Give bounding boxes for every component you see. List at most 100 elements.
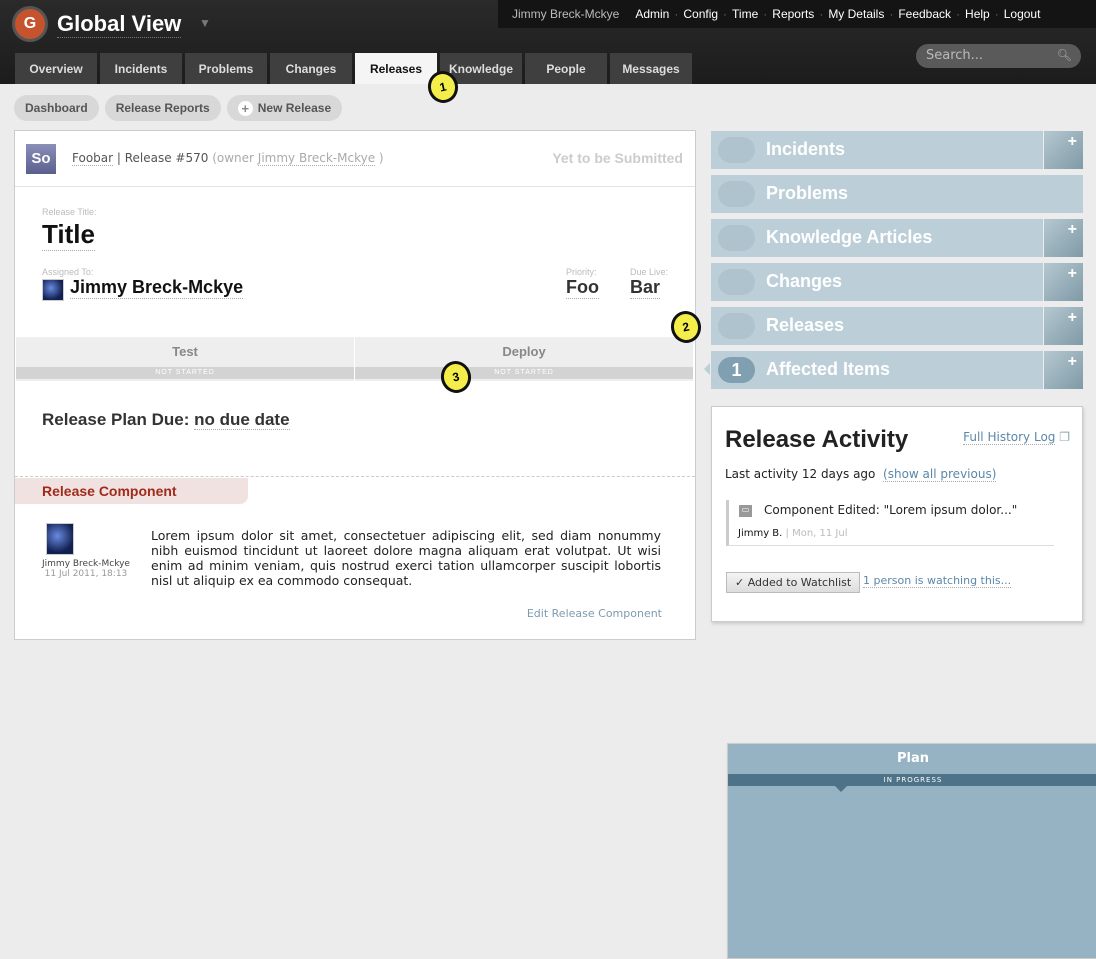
activity-title: Release Activity bbox=[725, 426, 909, 453]
owner-prefix: (owner bbox=[208, 151, 258, 165]
due-live-label: Due Live: bbox=[630, 267, 669, 277]
new-release-label: New Release bbox=[257, 101, 332, 115]
app-logo: G bbox=[12, 6, 48, 42]
stage-status: IN PROGRESS bbox=[728, 774, 1096, 786]
stage-name: Plan bbox=[896, 751, 929, 766]
topbar-link-time[interactable]: Time bbox=[732, 7, 758, 21]
user-bar: Jimmy Breck-Mckye Admin · Config · Time · Repo… bbox=[498, 0, 1096, 28]
stage-status: NOT STARTED bbox=[355, 367, 693, 379]
dashboard-button[interactable]: Dashboard bbox=[14, 95, 99, 121]
pointer-arrow bbox=[704, 363, 710, 375]
add-icon[interactable]: + bbox=[1043, 307, 1083, 345]
main-tabs: Overview Incidents Problems Changes Releases… bbox=[15, 53, 692, 84]
release-number: Release #570 bbox=[124, 151, 209, 165]
priority-value[interactable]: Foo bbox=[566, 277, 599, 299]
tab-incidents[interactable]: Incidents bbox=[100, 53, 182, 84]
topbar-link-feedback[interactable]: Feedback bbox=[898, 7, 951, 21]
relation-incidents[interactable]: Incidents + bbox=[711, 131, 1083, 169]
full-history-label: Full History Log bbox=[963, 430, 1056, 445]
release-stages: Plan IN PROGRESS Test NOT STARTED Deploy NOT … bbox=[16, 337, 1096, 959]
count-badge bbox=[718, 313, 755, 339]
tab-problems[interactable]: Problems bbox=[185, 53, 267, 84]
search-input[interactable]: Search... 🔍︎ bbox=[916, 44, 1081, 68]
chevron-down-icon[interactable]: ▼ bbox=[199, 16, 211, 30]
watchers-link[interactable]: 1 person is watching this... bbox=[863, 574, 1012, 588]
activity-entry: ▭ Component Edited: "Lorem ipsum dolor..… bbox=[726, 500, 1054, 546]
separator: · bbox=[723, 7, 728, 21]
breadcrumb: Foobar | Release #570 (owner Jimmy Breck… bbox=[72, 151, 384, 166]
tab-changes[interactable]: Changes bbox=[270, 53, 352, 84]
topbar-link-my-details[interactable]: My Details bbox=[828, 7, 884, 21]
entry-user: Jimmy B. bbox=[738, 528, 783, 539]
due-live-value[interactable]: Bar bbox=[630, 277, 661, 299]
release-reports-button[interactable]: Release Reports bbox=[104, 95, 221, 121]
project-link[interactable]: Foobar bbox=[72, 151, 114, 166]
relation-label: Incidents bbox=[766, 139, 846, 159]
author-avatar bbox=[46, 523, 74, 555]
stage-test[interactable]: Test NOT STARTED bbox=[16, 337, 355, 381]
divider bbox=[15, 476, 695, 477]
entry-date: | Mon, 11 Jul bbox=[782, 528, 848, 539]
relation-releases[interactable]: Releases + bbox=[711, 307, 1083, 345]
full-history-link[interactable]: Full History Log ❐ bbox=[963, 430, 1070, 445]
separator: · bbox=[819, 7, 824, 21]
relation-knowledge-articles[interactable]: Knowledge Articles + bbox=[711, 219, 1083, 257]
separator: · bbox=[889, 7, 894, 21]
show-all-link[interactable]: (show all previous) bbox=[883, 467, 997, 482]
stage-plan[interactable]: Plan IN PROGRESS bbox=[727, 743, 1096, 959]
topbar-link-admin[interactable]: Admin bbox=[635, 7, 669, 21]
relation-label: Releases bbox=[766, 315, 845, 335]
count-badge: 1 bbox=[718, 357, 755, 383]
plan-due-value[interactable]: no due date bbox=[194, 410, 290, 430]
component-text: Lorem ipsum dolor sit amet, consectetuer… bbox=[151, 528, 661, 588]
relation-affected-items[interactable]: 1 Affected Items + bbox=[711, 351, 1083, 389]
plan-due: Release Plan Due: no due date bbox=[42, 410, 290, 430]
stage-status: NOT STARTED bbox=[16, 367, 354, 379]
search-placeholder: Search... bbox=[926, 48, 984, 63]
count-badge bbox=[718, 225, 755, 251]
topbar-link-config[interactable]: Config bbox=[683, 7, 718, 21]
stage-name: Deploy bbox=[502, 344, 546, 359]
add-icon[interactable]: + bbox=[1043, 263, 1083, 301]
sub-navigation: Dashboard Release Reports + New Release bbox=[14, 95, 343, 121]
release-header: So Foobar | Release #570 (owner Jimmy Br… bbox=[15, 131, 695, 187]
search-icon[interactable]: 🔍︎ bbox=[1057, 48, 1072, 62]
new-release-button[interactable]: + New Release bbox=[226, 95, 343, 121]
owner-link[interactable]: Jimmy Breck-Mckye bbox=[257, 151, 376, 166]
topbar-link-help[interactable]: Help bbox=[965, 7, 990, 21]
author-name: Jimmy Breck-Mckye bbox=[42, 559, 130, 569]
app-title[interactable]: Global View bbox=[57, 11, 182, 38]
title-label: Release Title: bbox=[42, 207, 97, 217]
add-icon[interactable]: + bbox=[1043, 131, 1083, 169]
relation-label: Problems bbox=[766, 183, 849, 203]
add-icon[interactable]: + bbox=[1043, 219, 1083, 257]
release-status: Yet to be Submitted bbox=[552, 150, 683, 166]
release-panel: So Foobar | Release #570 (owner Jimmy Br… bbox=[14, 130, 1096, 959]
priority-label: Priority: bbox=[566, 267, 597, 277]
edit-component-link[interactable]: Edit Release Component bbox=[527, 607, 662, 620]
stage-deploy[interactable]: Deploy NOT STARTED bbox=[355, 337, 694, 381]
release-title[interactable]: Title bbox=[42, 219, 95, 251]
relation-problems[interactable]: Problems bbox=[711, 175, 1083, 213]
component-date: 11 Jul 2011, 18:13 bbox=[44, 569, 128, 579]
topbar-link-logout[interactable]: Logout bbox=[1004, 7, 1041, 21]
tab-overview[interactable]: Overview bbox=[15, 53, 97, 84]
entry-text: Component Edited: "Lorem ipsum dolor..." bbox=[764, 503, 1018, 517]
tab-people[interactable]: People bbox=[525, 53, 607, 84]
count-badge bbox=[718, 137, 755, 163]
assigned-label: Assigned To: bbox=[42, 267, 94, 277]
last-activity-text: Last activity 12 days ago bbox=[725, 467, 876, 481]
add-icon[interactable]: + bbox=[1043, 351, 1083, 389]
assigned-user[interactable]: Jimmy Breck-Mckye bbox=[70, 277, 244, 299]
watchlist-button[interactable]: ✓ Added to Watchlist bbox=[726, 572, 861, 593]
tab-releases[interactable]: Releases bbox=[355, 53, 437, 84]
count-badge bbox=[718, 269, 755, 295]
separator: · bbox=[674, 7, 679, 21]
relation-changes[interactable]: Changes + bbox=[711, 263, 1083, 301]
tab-messages[interactable]: Messages bbox=[610, 53, 692, 84]
owner-suffix: ) bbox=[375, 151, 384, 165]
plus-icon: + bbox=[237, 100, 253, 116]
avatar bbox=[42, 279, 64, 301]
topbar-link-reports[interactable]: Reports bbox=[772, 7, 814, 21]
comment-icon: ▭ bbox=[739, 505, 752, 517]
